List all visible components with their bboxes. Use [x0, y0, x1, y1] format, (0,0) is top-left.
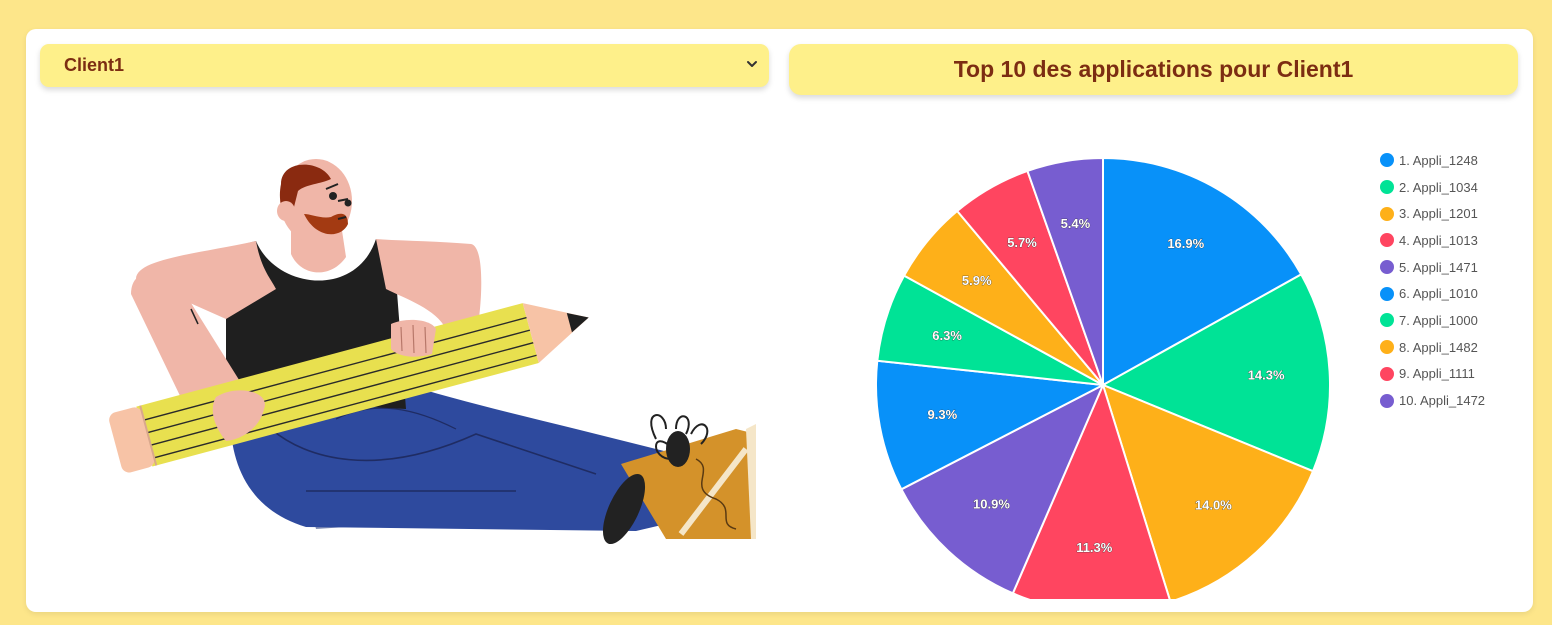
- slice-label-6: 9.3%: [928, 407, 958, 422]
- legend-item-3[interactable]: 3. Appli_1201: [1380, 200, 1485, 227]
- slice-label-5: 10.9%: [973, 496, 1010, 511]
- legend-marker: [1380, 393, 1394, 408]
- slice-label-9: 5.7%: [1007, 235, 1037, 250]
- legend-label: 10. Appli_1472: [1399, 393, 1486, 409]
- legend-item-9[interactable]: 9. Appli_1111: [1380, 361, 1485, 388]
- legend-marker: [1380, 206, 1394, 221]
- legend-item-1[interactable]: 1. Appli_1248: [1380, 147, 1485, 174]
- legend-label: 6. Appli_1010: [1399, 286, 1478, 302]
- slice-label-2: 14.3%: [1248, 367, 1285, 382]
- legend-label: 9. Appli_1111: [1399, 366, 1475, 382]
- legend-item-5[interactable]: 5. Appli_1471: [1380, 254, 1485, 281]
- chart-title: Top 10 des applications pour Client1: [953, 56, 1354, 82]
- legend-marker: [1380, 313, 1394, 328]
- legend-marker: [1380, 366, 1394, 381]
- slice-label-10: 5.4%: [1061, 216, 1091, 231]
- legend-label: 3. Appli_1201: [1399, 206, 1478, 222]
- man-with-pencil-illustration: [109, 159, 756, 545]
- chevron-down-icon: [747, 61, 757, 67]
- legend-label: 1. Appli_1248: [1399, 152, 1478, 168]
- slice-label-7: 6.3%: [932, 328, 962, 343]
- client-select-value: Client1: [64, 55, 125, 75]
- client-select[interactable]: Client1: [40, 44, 769, 87]
- legend-label: 5. Appli_1471: [1399, 259, 1478, 275]
- slice-label-8: 5.9%: [962, 273, 992, 288]
- legend-item-8[interactable]: 8. Appli_1482: [1380, 334, 1485, 361]
- legend-marker: [1380, 153, 1394, 168]
- legend-marker: [1380, 180, 1394, 195]
- dashboard-card: Client1 Top 10 des applications pour Cli…: [26, 29, 1533, 612]
- pie-chart: 16.9% 14.3% 14.0% 11.3% 10.9% 9.3% 6.3% 5.9% 5.7…: [875, 156, 1331, 599]
- legend-marker: [1380, 286, 1394, 301]
- slice-label-4: 11.3%: [1076, 540, 1113, 555]
- chart-legend: 1. Appli_1248 2. Appli_1034 3. Appli_1201 4…: [1380, 147, 1485, 414]
- legend-label: 2. Appli_1034: [1399, 179, 1478, 195]
- legend-marker: [1380, 340, 1394, 355]
- legend-item-10[interactable]: 10. Appli_1472: [1380, 387, 1485, 414]
- legend-item-7[interactable]: 7. Appli_1000: [1380, 307, 1485, 334]
- slice-label-1: 16.9%: [1167, 236, 1204, 251]
- slice-label-3: 14.0%: [1195, 498, 1232, 513]
- legend-marker: [1380, 233, 1394, 248]
- legend-label: 7. Appli_1000: [1399, 312, 1478, 328]
- legend-item-4[interactable]: 4. Appli_1013: [1380, 227, 1485, 254]
- chart-title-box: Top 10 des applications pour Client1: [789, 44, 1518, 95]
- legend-label: 8. Appli_1482: [1399, 339, 1478, 355]
- legend-marker: [1380, 260, 1394, 275]
- legend-item-2[interactable]: 2. Appli_1034: [1380, 174, 1485, 201]
- legend-label: 4. Appli_1013: [1399, 232, 1478, 248]
- legend-item-6[interactable]: 6. Appli_1010: [1380, 280, 1485, 307]
